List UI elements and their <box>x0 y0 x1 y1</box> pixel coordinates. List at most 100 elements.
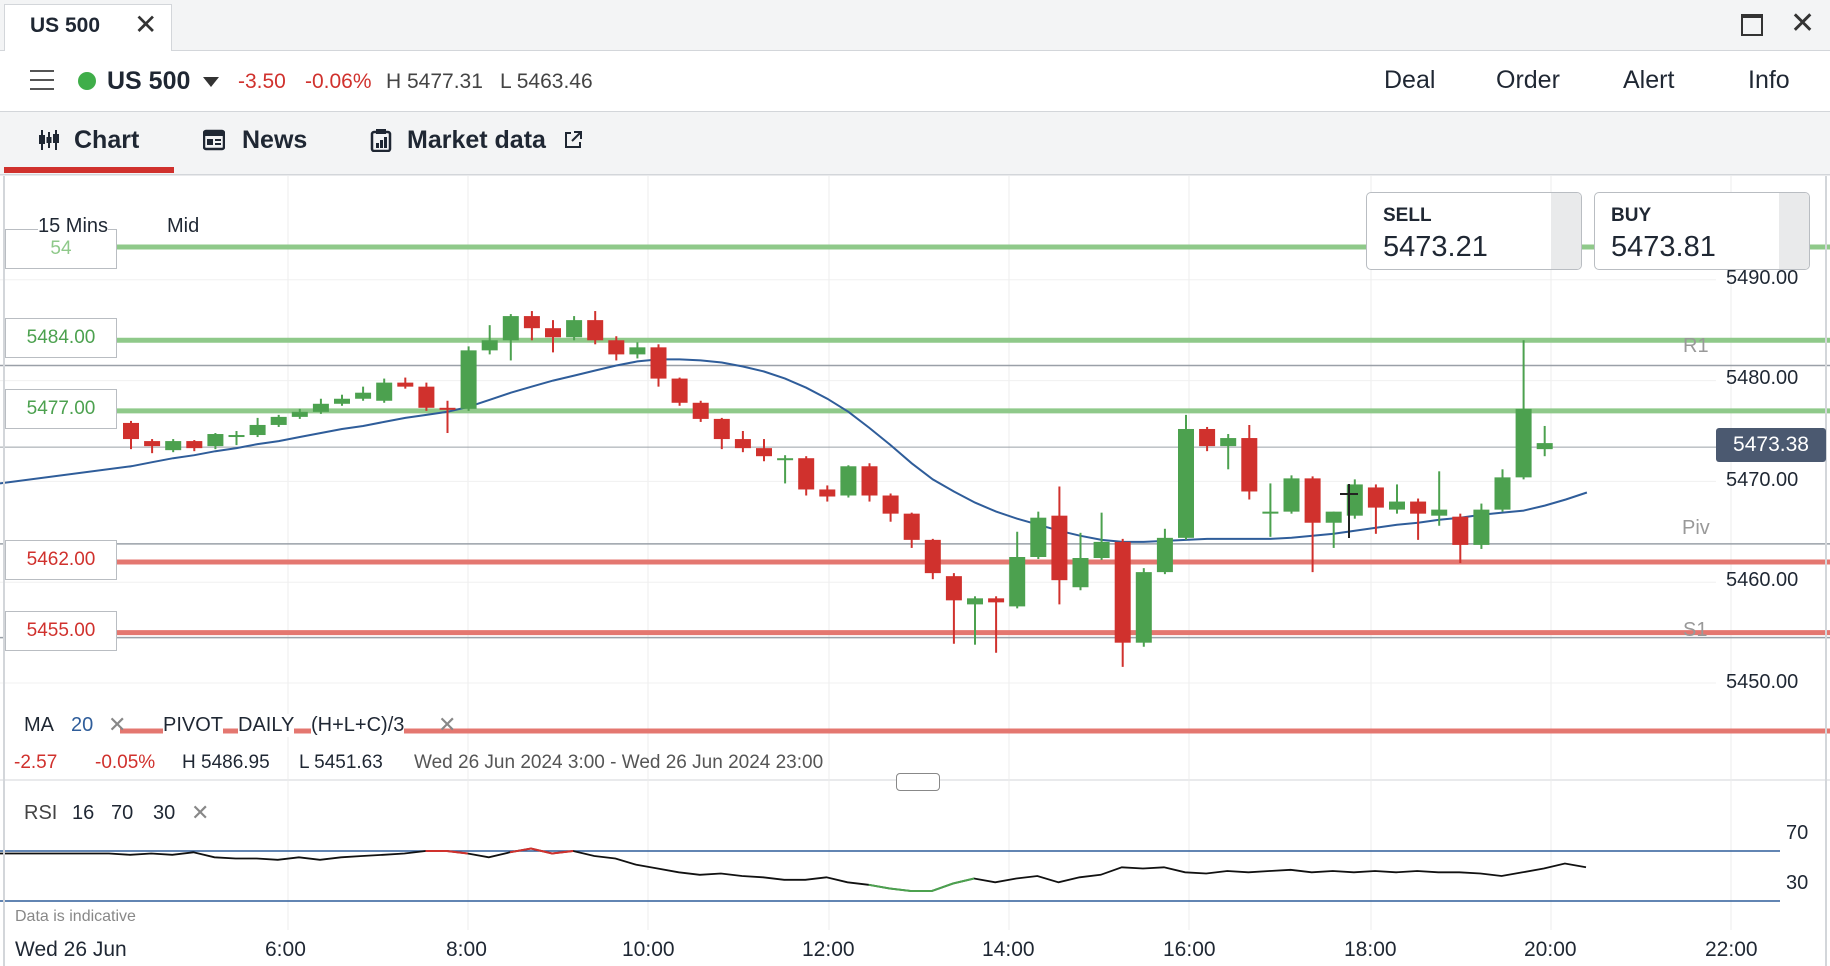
candle-body <box>1199 428 1216 447</box>
sell-button[interactable]: SELL 5473.21 <box>1366 192 1582 270</box>
rsi-remove-icon[interactable]: ✕ <box>191 800 209 826</box>
candle-body <box>1325 511 1342 523</box>
summary-change: -2.57 <box>14 752 58 773</box>
candle-body <box>1389 501 1405 510</box>
level-label-support-2: 5455.00 <box>5 611 117 651</box>
candle-body <box>418 386 435 408</box>
candle-body <box>756 448 772 457</box>
candle-body <box>1410 501 1427 514</box>
x-tick: 18:00 <box>1344 938 1397 961</box>
rsi-upper[interactable]: 70 <box>111 802 133 825</box>
x-tick: 12:00 <box>802 938 855 961</box>
rsi-oversold-segment <box>868 877 975 892</box>
buy-button-side <box>1779 193 1809 269</box>
price-chart[interactable] <box>0 0 1830 966</box>
candle-body <box>1304 478 1321 523</box>
x-tick: 22:00 <box>1705 938 1758 961</box>
sell-price: 5473.21 <box>1383 231 1488 263</box>
candle-body <box>1536 443 1553 450</box>
candle-body <box>734 439 751 449</box>
candle-body <box>144 441 161 447</box>
x-tick: 10:00 <box>622 938 675 961</box>
buy-price: 5473.81 <box>1611 231 1716 263</box>
rsi-period[interactable]: 16 <box>72 802 94 825</box>
candle-body <box>270 416 287 425</box>
buy-button[interactable]: BUY 5473.81 <box>1594 192 1810 270</box>
candle-body <box>1262 511 1279 514</box>
candle-body <box>692 402 709 419</box>
pane-resize-handle[interactable] <box>896 773 940 791</box>
indicative-disclaimer: Data is indicative <box>15 908 136 925</box>
rsi-label[interactable]: RSI <box>24 802 57 825</box>
candle-body <box>566 320 583 338</box>
candle-body <box>650 347 667 379</box>
candle-body <box>1114 541 1131 643</box>
pivot-label[interactable]: PIVOT <box>163 714 224 737</box>
ma-remove-icon[interactable]: ✕ <box>108 712 126 738</box>
candle-body <box>123 422 139 440</box>
pivot-piv-label: Piv <box>1682 517 1710 539</box>
candle-body <box>312 403 329 412</box>
candle-body <box>861 466 878 496</box>
current-price-tag: 5473.38 <box>1716 428 1826 462</box>
candle-body <box>1452 516 1469 545</box>
rsi-lower[interactable]: 30 <box>153 802 175 825</box>
candle-body <box>945 576 962 601</box>
candle-body <box>798 458 815 490</box>
pivot-formula[interactable]: (H+L+C)/3 <box>311 714 405 737</box>
candle-body <box>924 539 941 574</box>
candle-body <box>1515 408 1532 478</box>
y-tick-5450: 5450.00 <box>1726 671 1799 693</box>
candle-body <box>545 328 561 338</box>
candle-body <box>376 382 393 401</box>
candle-body <box>502 316 519 341</box>
level-label-resistance-2: 5477.00 <box>5 389 117 429</box>
pivot-remove-icon[interactable]: ✕ <box>438 712 456 738</box>
candle-body <box>608 340 625 355</box>
candle-body <box>1009 557 1026 607</box>
candle-body <box>840 466 857 496</box>
x-tick: 6:00 <box>265 938 306 961</box>
candle-body <box>988 598 1005 603</box>
timeframe-selector[interactable]: 15 Mins <box>38 215 109 238</box>
ma-period[interactable]: 20 <box>71 714 94 737</box>
candle-body <box>1367 487 1384 508</box>
candle-body <box>713 418 730 440</box>
candle-body <box>777 458 794 461</box>
candle-body <box>882 495 899 514</box>
pivot-period[interactable]: DAILY <box>238 714 295 737</box>
candle-body <box>967 598 983 605</box>
candle-body <box>671 378 688 403</box>
summary-change-pct: -0.05% <box>95 752 156 773</box>
summary-low: L 5451.63 <box>299 752 383 773</box>
candle-body <box>397 382 414 387</box>
candle-body <box>460 350 477 409</box>
candle-body <box>1473 509 1490 545</box>
candle-body <box>481 340 498 351</box>
candle-body <box>334 398 350 404</box>
y-tick-5480: 5480.00 <box>1726 367 1799 389</box>
candle-body <box>1051 515 1068 581</box>
ma-label[interactable]: MA <box>24 714 54 737</box>
candle-body <box>523 316 540 329</box>
level-label-support-1: 5462.00 <box>5 540 117 580</box>
pivot-r1-label: R1 <box>1683 335 1709 357</box>
candle-body <box>1093 541 1110 559</box>
candle-body <box>165 441 182 451</box>
candle-body <box>228 435 245 438</box>
rsi-tick-30: 30 <box>1786 872 1809 894</box>
y-tick-5470: 5470.00 <box>1726 469 1799 491</box>
candle-body <box>819 489 836 497</box>
x-tick: 20:00 <box>1524 938 1577 961</box>
candle-body <box>355 392 372 399</box>
candle-body <box>186 441 203 449</box>
rsi-tick-70: 70 <box>1786 822 1809 844</box>
price-type-selector[interactable]: Mid <box>167 215 200 238</box>
buy-label: BUY <box>1611 205 1652 226</box>
candle-body <box>1283 478 1300 512</box>
candle-body <box>903 513 920 540</box>
candle-body <box>249 424 266 436</box>
candle-body <box>207 434 224 447</box>
candle-body <box>1072 558 1089 588</box>
x-tick: 8:00 <box>446 938 487 961</box>
